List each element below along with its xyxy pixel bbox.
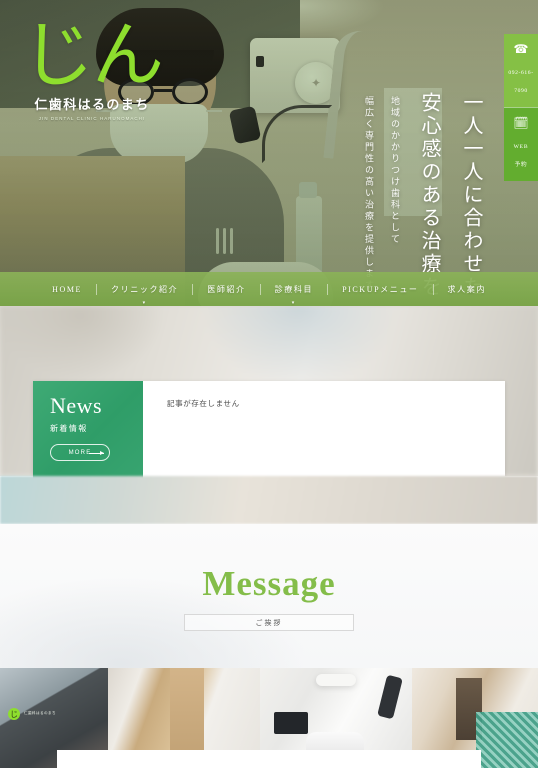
news-card: News 新着情報 MORE 記事が存在しません — [33, 381, 505, 479]
hero-lead-line1: 地域のかかりつけ歯科として — [390, 96, 400, 246]
wall-monitor — [274, 712, 308, 734]
hero-section: ✦ じん 仁歯科はるのまち JIN DENTAL CLINIC HARUNOMA… — [0, 0, 538, 306]
message-chip: ご挨拶 — [184, 614, 354, 631]
tel-number: 092-616-7090 — [508, 70, 534, 94]
news-card-heading: News 新着情報 MORE — [33, 381, 143, 479]
gallery-bottom-overlay — [57, 750, 481, 768]
nav-item-clinic[interactable]: クリニック紹介 — [97, 284, 192, 295]
treatment-arm — [377, 674, 403, 720]
signboard-text: 仁歯科はるのまち — [24, 711, 56, 716]
calendar-icon: 🗓 — [513, 116, 529, 130]
nav-item-departments[interactable]: 診療科目 — [261, 284, 327, 295]
nav-item-home[interactable]: HOME — [38, 285, 96, 294]
hero-headline: 一人一人に合わせた 安心感のある治療を 地域のかかりつけ歯科として 幅広く専門性… — [363, 92, 486, 299]
global-navigation: HOME クリニック紹介 医師紹介 診療科目 PICKUPメニュー 求人案内 — [0, 272, 538, 306]
web-reservation-label-jp: 予約 — [514, 162, 528, 168]
phone-icon: ☎ — [513, 42, 529, 56]
section-divider-photo — [0, 476, 538, 524]
tel-button[interactable]: ☎ 092-616-7090 — [504, 34, 538, 107]
nav-item-doctor[interactable]: 医師紹介 — [193, 284, 259, 295]
news-subtitle: 新着情報 — [50, 424, 88, 433]
logo-clinic-name-roman: JIN DENTAL CLINIC HARUNOMACHI — [38, 116, 146, 122]
nav-item-pickup-menu[interactable]: PICKUPメニュー — [328, 284, 432, 295]
nav-list: HOME クリニック紹介 医師紹介 診療科目 PICKUPメニュー 求人案内 — [38, 283, 500, 295]
news-card-body: 記事が存在しません — [143, 381, 505, 479]
hero-lead-line2: 幅広く専門性の高い治療を提供します — [364, 96, 374, 292]
web-reservation-label: WEB — [513, 144, 529, 150]
logo-clinic-name: 仁歯科はるのまち — [34, 97, 150, 113]
signboard-logo-mark: じ — [8, 708, 20, 720]
message-section: Message ご挨拶 — [0, 524, 538, 668]
message-title: Message — [202, 564, 336, 603]
news-title: News — [50, 393, 103, 418]
web-reservation-button[interactable]: 🗓 WEB 予約 — [504, 107, 538, 181]
hero-headline-line1: 一人一人に合わせた — [460, 92, 482, 299]
hero-headline-line2: 安心感のある治療を — [418, 92, 440, 299]
building-signboard: じ 仁歯科はるのまち — [8, 706, 70, 722]
arrow-right-icon — [89, 451, 104, 455]
treatment-lamp — [316, 674, 356, 686]
side-action-rail: ☎ 092-616-7090 🗓 WEB 予約 — [504, 34, 538, 181]
photo-gallery: じ 仁歯科はるのまち — [0, 668, 538, 768]
logo-mark: じん — [22, 13, 164, 97]
site-logo[interactable]: じん 仁歯科はるのまち JIN DENTAL CLINIC HARUNOMACH… — [22, 13, 164, 122]
nav-item-recruit[interactable]: 求人案内 — [434, 284, 500, 295]
mosaic-tile-wall — [476, 712, 538, 768]
news-empty-message: 記事が存在しません — [167, 399, 240, 408]
